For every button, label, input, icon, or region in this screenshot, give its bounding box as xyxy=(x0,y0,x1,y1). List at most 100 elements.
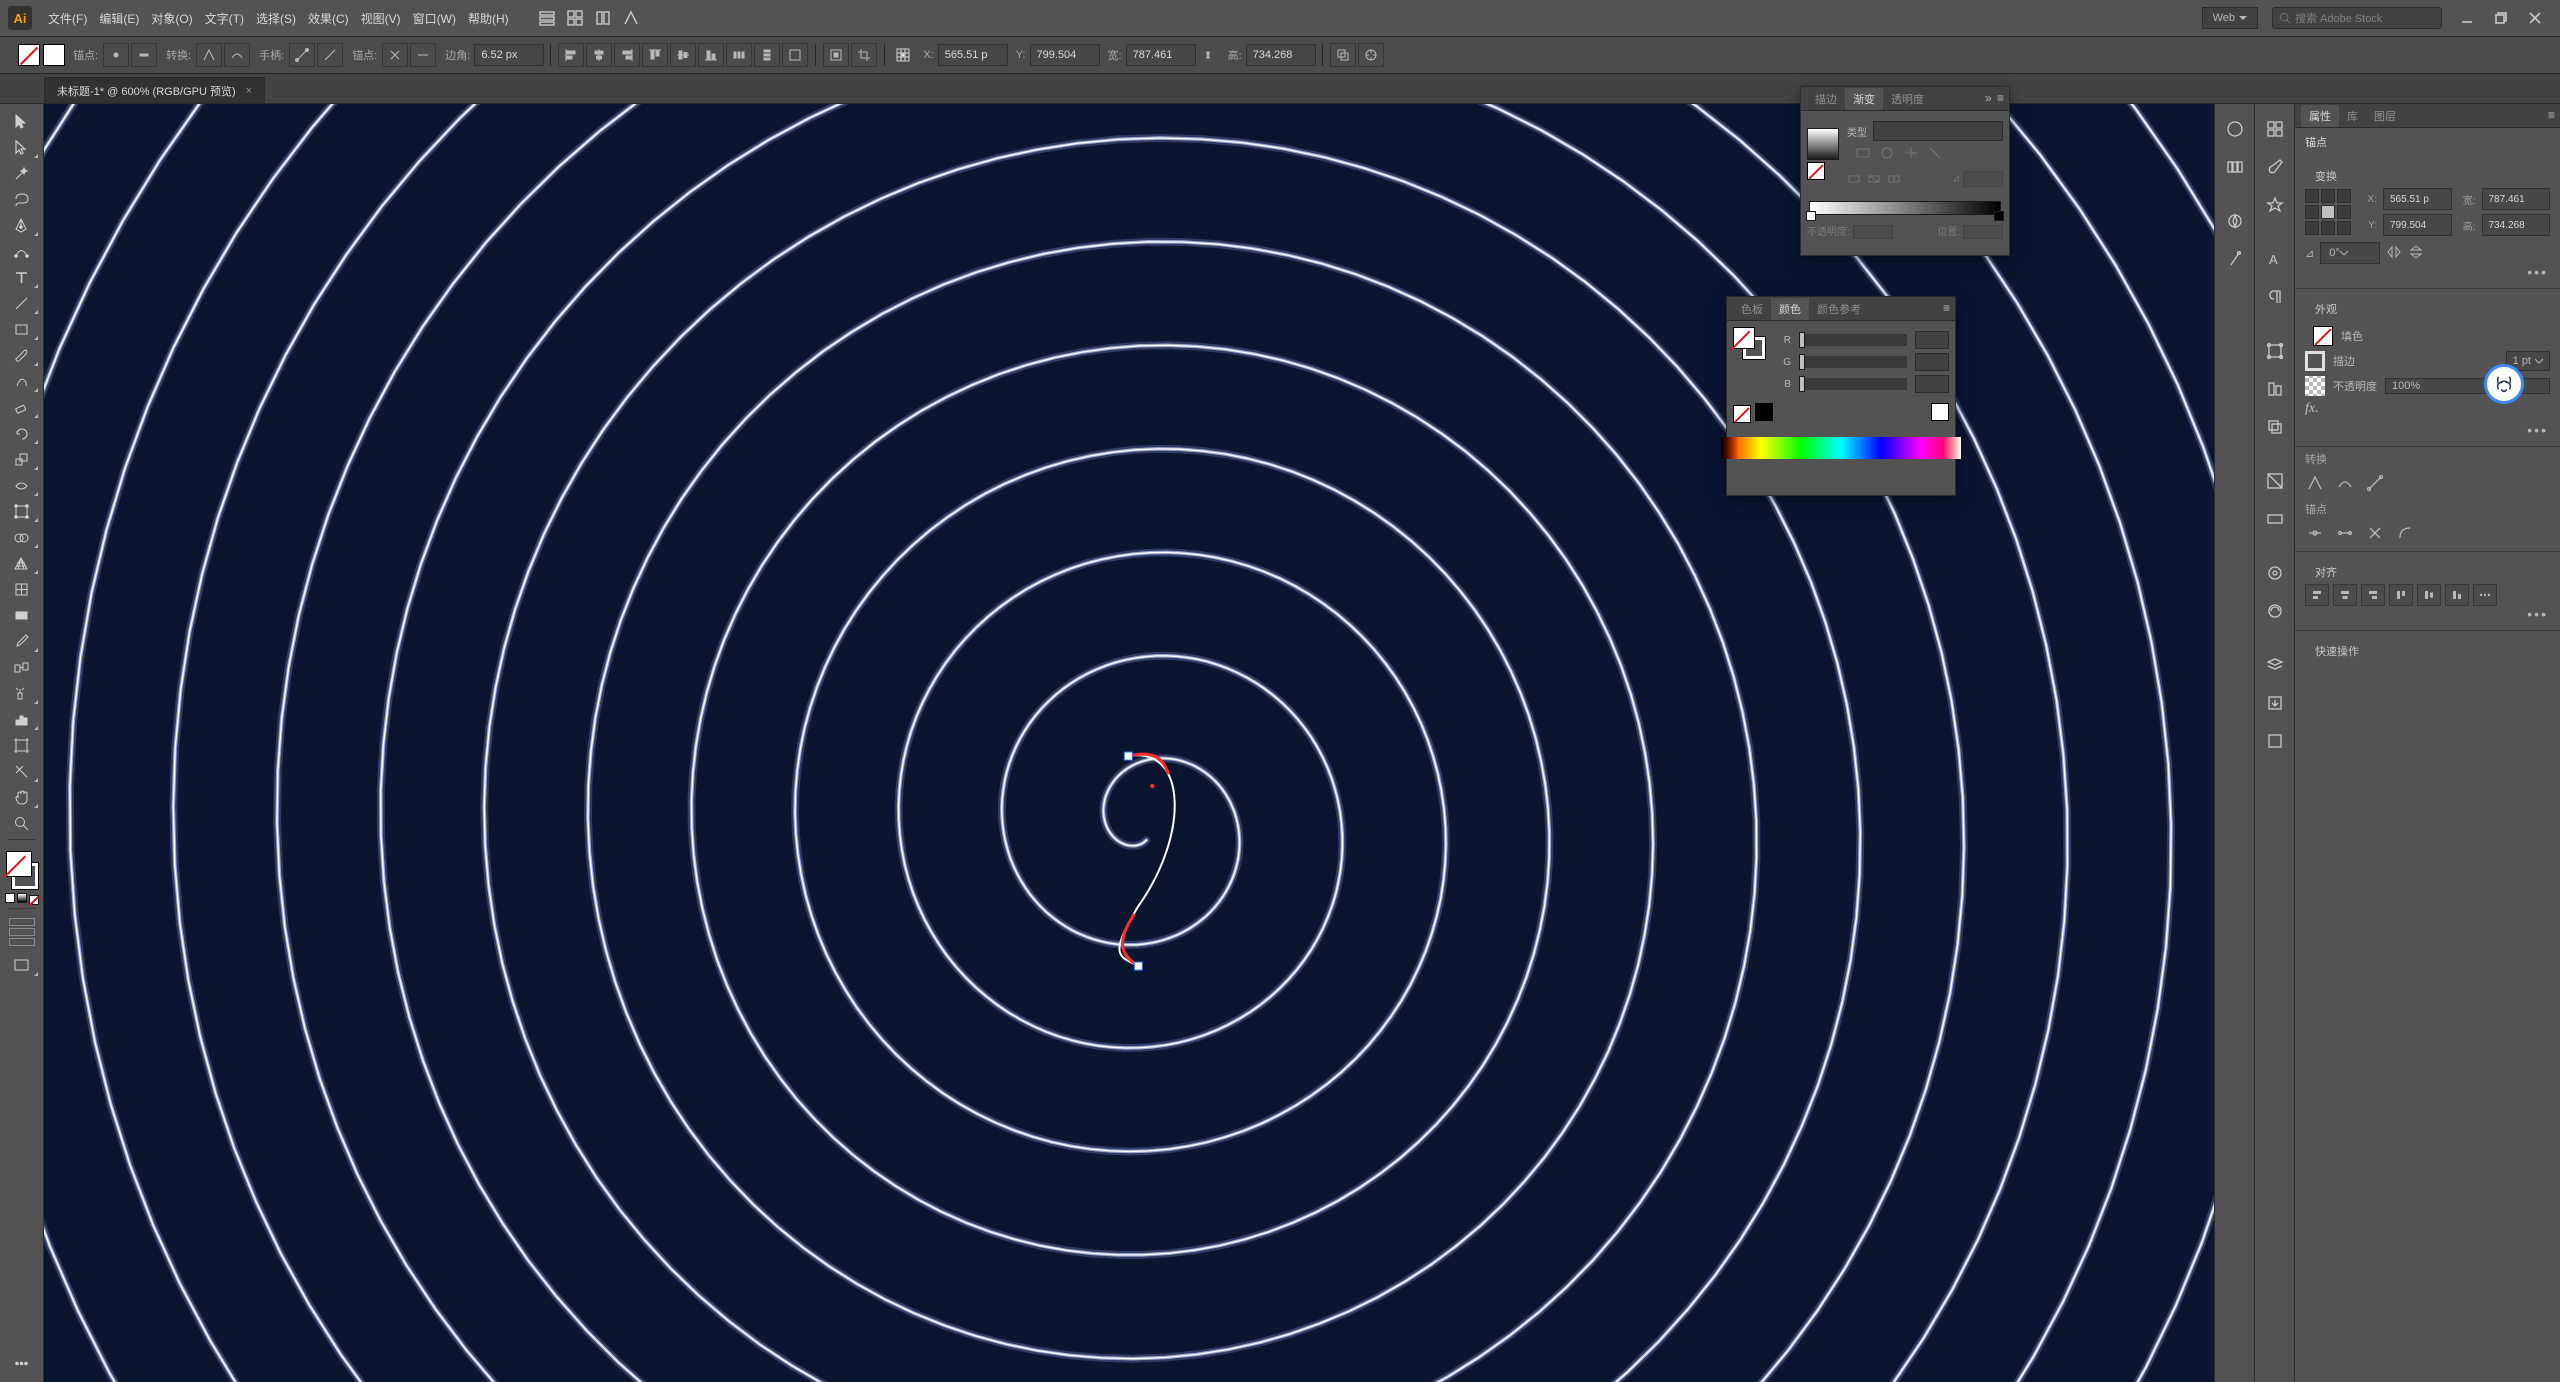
mb-icon-grid[interactable] xyxy=(561,5,589,31)
menu-view[interactable]: 视图(V) xyxy=(355,6,407,31)
user-avatar-badge[interactable] xyxy=(2484,364,2524,404)
window-restore[interactable] xyxy=(2488,8,2514,28)
align-right-icon[interactable] xyxy=(614,43,640,67)
gradient-tab-transparency[interactable]: 透明度 xyxy=(1883,88,1932,110)
mb-icon-arrange[interactable] xyxy=(589,5,617,31)
distribute-v-icon[interactable] xyxy=(754,43,780,67)
fx-icon[interactable]: fx. xyxy=(2305,401,2319,417)
align-bottom-icon[interactable] xyxy=(698,43,724,67)
draw-mode[interactable] xyxy=(9,918,35,946)
anchor-round-btn[interactable] xyxy=(2395,523,2415,543)
menu-edit[interactable]: 编辑(E) xyxy=(93,6,145,31)
x-value-input[interactable]: 565.51 p xyxy=(938,44,1008,66)
dock-artboards-icon[interactable] xyxy=(2258,724,2292,758)
crop-icon[interactable] xyxy=(851,43,877,67)
shape-builder-tool[interactable] xyxy=(4,524,40,550)
align-hcenter-icon[interactable] xyxy=(586,43,612,67)
cut-path-icon[interactable] xyxy=(382,43,408,67)
paintbrush-tool[interactable] xyxy=(4,342,40,368)
shaper-tool[interactable] xyxy=(4,368,40,394)
slider-r[interactable]: R xyxy=(1775,331,1949,349)
eraser-tool[interactable] xyxy=(4,394,40,420)
menu-select[interactable]: 选择(S) xyxy=(250,6,302,31)
transform-more[interactable]: ••• xyxy=(2305,264,2550,280)
dock-symbols-icon[interactable] xyxy=(2258,188,2292,222)
pen-tool[interactable] xyxy=(4,212,40,238)
al-t[interactable] xyxy=(2389,584,2413,606)
curvature-tool[interactable] xyxy=(4,238,40,264)
zoom-tool[interactable] xyxy=(4,810,40,836)
anchor-remove-btn[interactable] xyxy=(2305,523,2325,543)
anchor-connect-btn[interactable] xyxy=(2335,523,2355,543)
convert-smooth-btn[interactable] xyxy=(2335,473,2355,493)
appearance-fill-chip[interactable] xyxy=(2313,326,2333,346)
props-rotation[interactable]: 0° xyxy=(2320,242,2380,264)
gradient-slider[interactable] xyxy=(1809,201,2001,215)
gradient-stop-end[interactable] xyxy=(1994,211,2004,221)
menu-help[interactable]: 帮助(H) xyxy=(462,6,515,31)
fill-stroke-indicator[interactable] xyxy=(4,849,40,891)
gradient-preview[interactable] xyxy=(1807,128,1839,160)
al-l[interactable] xyxy=(2305,584,2329,606)
appearance-more[interactable]: ••• xyxy=(2305,422,2550,438)
gradient-tab-stroke[interactable]: 描边 xyxy=(1807,88,1845,110)
window-close[interactable] xyxy=(2522,8,2548,28)
convert-corner-icon[interactable] xyxy=(196,43,222,67)
line-segment-tool[interactable] xyxy=(4,290,40,316)
dock-transform-icon[interactable] xyxy=(2258,334,2292,368)
al-hc[interactable] xyxy=(2333,584,2357,606)
slider-b[interactable]: B xyxy=(1775,375,1949,393)
gradient-type-select[interactable] xyxy=(1873,121,2003,141)
distribute-h-icon[interactable] xyxy=(726,43,752,67)
dock-gradient-icon[interactable] xyxy=(2258,502,2292,536)
document-tab-close-icon[interactable]: × xyxy=(246,85,252,97)
align-to-icon[interactable] xyxy=(782,43,808,67)
al-b[interactable] xyxy=(2445,584,2469,606)
appearance-stroke-chip[interactable] xyxy=(2305,351,2325,371)
color-tab-guide[interactable]: 颜色参考 xyxy=(1809,298,1869,320)
dock-swatches-icon[interactable] xyxy=(2258,112,2292,146)
link-wh-icon[interactable] xyxy=(1196,43,1220,67)
type-tool[interactable] xyxy=(4,264,40,290)
color-mode-row[interactable] xyxy=(5,893,39,905)
anchor-cut-btn[interactable] xyxy=(2365,523,2385,543)
dock-pathfinder-icon[interactable] xyxy=(2258,410,2292,444)
menu-effect[interactable]: 效果(C) xyxy=(302,6,355,31)
dock-align-icon[interactable] xyxy=(2258,372,2292,406)
props-y[interactable]: 799.504 xyxy=(2383,214,2452,236)
w-value-input[interactable]: 787.461 xyxy=(1126,44,1196,66)
convert-corner-btn[interactable] xyxy=(2305,473,2325,493)
isolate-icon[interactable] xyxy=(823,43,849,67)
dock-layers-icon[interactable] xyxy=(2258,648,2292,682)
color-spectrum[interactable] xyxy=(1721,437,1961,459)
mesh-tool[interactable] xyxy=(4,576,40,602)
blend-tool[interactable] xyxy=(4,654,40,680)
stroke-swatch[interactable] xyxy=(43,44,65,66)
lasso-tool[interactable] xyxy=(4,186,40,212)
props-tab-libraries[interactable]: 库 xyxy=(2339,105,2366,127)
gradient-panel[interactable]: 描边 渐变 透明度 » ≡ 类型 xyxy=(1800,86,2010,256)
screen-mode-tool[interactable] xyxy=(4,952,40,978)
props-tab-properties[interactable]: 属性 xyxy=(2301,105,2339,127)
menu-file[interactable]: 文件(F) xyxy=(42,6,93,31)
dock-colorguide-icon[interactable] xyxy=(2218,150,2252,184)
props-tab-layers[interactable]: 图层 xyxy=(2366,105,2404,127)
handle-show-btn[interactable] xyxy=(2365,473,2385,493)
dock-char-icon[interactable]: A xyxy=(2258,242,2292,276)
opacity-input[interactable]: 100% xyxy=(2385,378,2550,394)
document-tab[interactable]: 未标题-1* @ 600% (RGB/GPU 预览) × xyxy=(44,77,265,103)
window-minimize[interactable] xyxy=(2454,8,2480,28)
perspective-grid-tool[interactable] xyxy=(4,550,40,576)
ref-point-icon[interactable] xyxy=(891,43,915,67)
edit-toolbar[interactable] xyxy=(4,1350,40,1376)
gradient-tool[interactable] xyxy=(4,602,40,628)
convert-smooth-icon[interactable] xyxy=(224,43,250,67)
align-top-icon[interactable] xyxy=(642,43,668,67)
eyedropper-tool[interactable] xyxy=(4,628,40,654)
workspace-switcher[interactable]: Web xyxy=(2202,7,2258,29)
color-tab-color[interactable]: 颜色 xyxy=(1771,298,1809,320)
dock-asset-export-icon[interactable] xyxy=(2258,686,2292,720)
props-x[interactable]: 565.51 p xyxy=(2383,188,2452,210)
props-w[interactable]: 787.461 xyxy=(2482,188,2551,210)
al-r[interactable] xyxy=(2361,584,2385,606)
